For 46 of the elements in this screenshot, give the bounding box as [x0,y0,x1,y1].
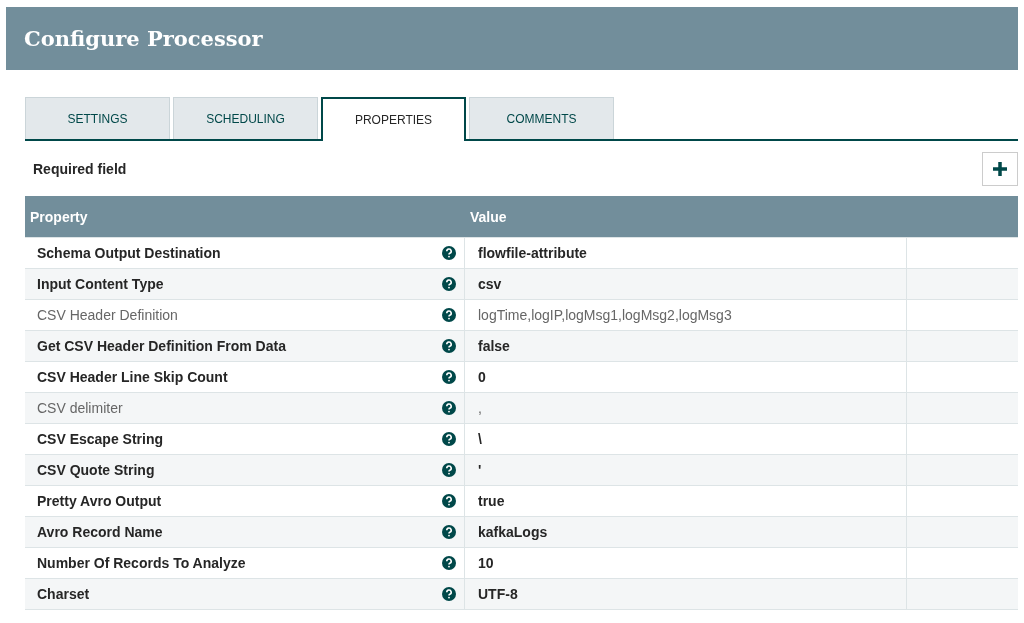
property-value[interactable]: , [478,400,482,416]
plus-icon [992,160,1008,177]
property-value[interactable]: flowfile-attribute [478,245,587,261]
property-name: Charset [37,586,90,602]
tab[interactable]: PROPERTIES [321,97,466,141]
property-value[interactable]: logTime,logIP,logMsg1,logMsg2,logMsg3 [478,307,732,323]
property-name: CSV Header Line Skip Count [37,369,228,385]
help-icon[interactable] [442,277,456,291]
property-name: CSV Escape String [37,431,164,447]
tab[interactable]: SCHEDULING [173,97,318,139]
required-field-note: Required field [33,160,127,177]
property-name: Get CSV Header Definition From Data [37,338,286,354]
property-value[interactable]: kafkaLogs [478,524,548,540]
property-value[interactable]: 10 [478,555,494,571]
column-header: Value [469,208,508,225]
tab[interactable]: SETTINGS [25,97,170,139]
property-value[interactable]: ' [478,462,482,478]
help-icon[interactable] [442,401,456,415]
property-value[interactable]: 0 [478,369,486,385]
property-value[interactable]: csv [478,276,502,292]
column-header: Property [29,208,89,225]
dialog-title: Configure Processor [24,26,263,51]
help-icon[interactable] [442,556,456,570]
help-icon[interactable] [442,463,456,477]
property-value[interactable]: false [478,338,510,354]
property-value[interactable]: true [478,493,505,509]
property-name: Schema Output Destination [37,245,221,261]
help-icon[interactable] [442,525,456,539]
property-name: Number Of Records To Analyze [37,555,246,571]
tab[interactable]: COMMENTS [469,97,614,139]
property-name: CSV Quote String [37,462,155,478]
property-value[interactable]: \ [478,431,482,447]
help-icon[interactable] [442,587,456,601]
property-name: Input Content Type [37,276,164,292]
help-icon[interactable] [442,308,456,322]
property-name: Pretty Avro Output [37,493,162,509]
property-name: Avro Record Name [37,524,163,540]
help-icon[interactable] [442,246,456,260]
property-name: CSV Header Definition [37,307,178,323]
help-icon[interactable] [442,432,456,446]
help-icon[interactable] [442,339,456,353]
property-name: CSV delimiter [37,400,123,416]
property-value[interactable]: UTF-8 [478,586,518,602]
help-icon[interactable] [442,494,456,508]
help-icon[interactable] [442,370,456,384]
add-property-button[interactable] [982,151,1018,186]
